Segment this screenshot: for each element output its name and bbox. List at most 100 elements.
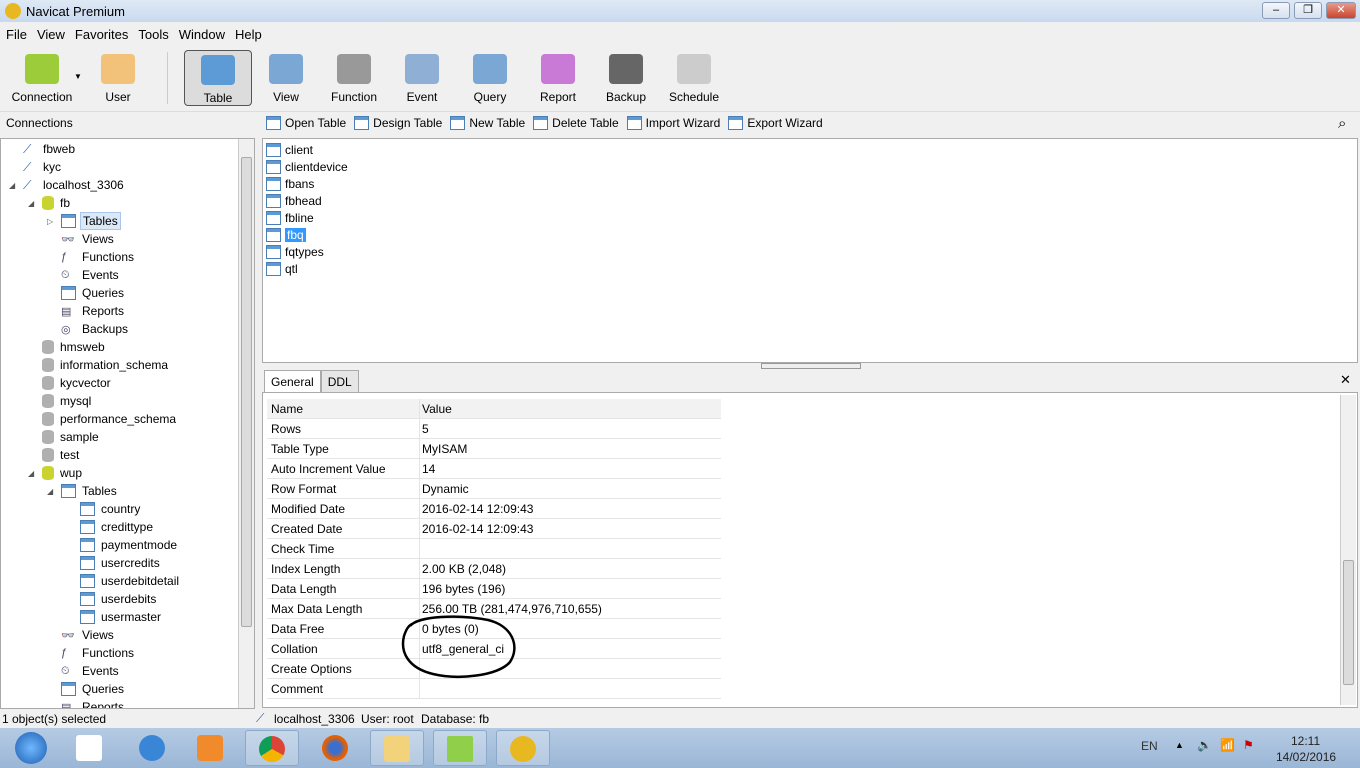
tab-general[interactable]: General xyxy=(264,370,321,393)
toolbar-user-button[interactable]: User xyxy=(84,50,152,106)
tree-item[interactable]: Queries xyxy=(47,680,126,698)
tree-item[interactable]: hmsweb xyxy=(28,338,107,356)
property-row[interactable]: Rows 5 xyxy=(267,419,721,439)
new-table-button[interactable]: New Table xyxy=(450,116,525,130)
start-button[interactable] xyxy=(4,730,58,766)
menu-help[interactable]: Help xyxy=(229,22,266,42)
property-row[interactable]: Created Date 2016-02-14 12:09:43 xyxy=(267,519,721,539)
clock-time[interactable]: 12:11 xyxy=(1291,734,1320,748)
toolbar-function-button[interactable]: Function xyxy=(320,50,388,106)
import-wizard-button[interactable]: Import Wizard xyxy=(626,116,720,130)
toolbar-backup-button[interactable]: Backup xyxy=(592,50,660,106)
property-row[interactable]: Auto Increment Value 14 xyxy=(267,459,721,479)
property-row[interactable]: Check Time xyxy=(267,539,721,559)
table-object[interactable]: qtl xyxy=(266,260,298,277)
tree-item[interactable]: ◎ Backups xyxy=(47,320,130,338)
tree-item[interactable]: 👓 Views xyxy=(47,626,116,644)
action-center-icon[interactable]: ⚑ xyxy=(1243,738,1254,752)
expander-icon[interactable]: ◢ xyxy=(9,181,19,190)
table-object[interactable]: fbans xyxy=(266,175,314,192)
toolbar-connection-button[interactable]: Connection xyxy=(8,50,76,106)
tree-item[interactable]: ◢ Tables xyxy=(47,482,119,500)
tree-item[interactable]: kycvector xyxy=(28,374,113,392)
tree-scrollbar[interactable] xyxy=(238,139,254,708)
table-object[interactable]: client xyxy=(266,141,313,158)
design-table-button[interactable]: Design Table xyxy=(354,116,442,130)
expander-icon[interactable]: ▷ xyxy=(47,217,57,226)
toolbar-table-button[interactable]: Table xyxy=(184,50,252,106)
tree-item[interactable]: ⟋ fbweb xyxy=(9,140,77,158)
minimize-button[interactable]: – xyxy=(1262,2,1290,19)
tree-item[interactable]: mysql xyxy=(28,392,93,410)
tree-item[interactable]: Queries xyxy=(47,284,126,302)
table-object[interactable]: fqtypes xyxy=(266,243,324,260)
tree-item[interactable]: usercredits xyxy=(66,554,162,572)
taskbar-explorer-icon[interactable] xyxy=(370,730,424,766)
delete-table-button[interactable]: Delete Table xyxy=(533,116,619,130)
tree-item[interactable]: ƒ Functions xyxy=(47,248,136,266)
taskbar-ie-icon[interactable] xyxy=(125,730,179,766)
taskbar-notepad-icon[interactable] xyxy=(433,730,487,766)
tree-item[interactable]: ⏲ Events xyxy=(47,266,121,284)
toolbar-report-button[interactable]: Report xyxy=(524,50,592,106)
menu-window[interactable]: Window xyxy=(173,22,229,42)
tree-item[interactable]: ▤ Reports xyxy=(47,698,126,708)
tray-expand-icon[interactable]: ▲ xyxy=(1175,740,1184,750)
toolbar-query-button[interactable]: Query xyxy=(456,50,524,106)
taskbar-firefox-icon[interactable] xyxy=(308,730,362,766)
table-object[interactable]: fbhead xyxy=(266,192,322,209)
tree-item[interactable]: ▤ Reports xyxy=(47,302,126,320)
tree-item[interactable]: ƒ Functions xyxy=(47,644,136,662)
property-row[interactable]: Table Type MyISAM xyxy=(267,439,721,459)
property-row[interactable]: Comment xyxy=(267,679,721,699)
clock-date[interactable]: 14/02/2016 xyxy=(1276,750,1336,764)
taskbar-apps-icon[interactable] xyxy=(62,730,116,766)
tree-item[interactable]: country xyxy=(66,500,142,518)
toolbar-view-button[interactable]: View xyxy=(252,50,320,106)
close-panel-icon[interactable]: ✕ xyxy=(1340,372,1351,388)
table-object[interactable]: fbline xyxy=(266,209,314,226)
taskbar-chrome-icon[interactable] xyxy=(245,730,299,766)
tree-item[interactable]: credittype xyxy=(66,518,155,536)
props-scrollbar[interactable] xyxy=(1340,395,1356,705)
maximize-button[interactable]: ❐ xyxy=(1294,2,1322,19)
menu-tools[interactable]: Tools xyxy=(132,22,172,42)
tree-item[interactable]: userdebitdetail xyxy=(66,572,181,590)
open-table-button[interactable]: Open Table xyxy=(266,116,346,130)
taskbar-navicat-icon[interactable] xyxy=(496,730,550,766)
taskbar-media-player-icon[interactable] xyxy=(183,730,237,766)
search-icon[interactable]: ⌕ xyxy=(1338,115,1346,132)
property-row[interactable]: Row Format Dynamic xyxy=(267,479,721,499)
splitter-handle[interactable] xyxy=(761,363,861,369)
connection-dropdown-arrow-icon[interactable]: ▼ xyxy=(74,72,82,81)
tree-item[interactable]: ◢ fb xyxy=(28,194,72,212)
volume-icon[interactable]: 🔈 xyxy=(1197,738,1212,752)
table-object[interactable]: clientdevice xyxy=(266,158,348,175)
property-row[interactable]: Data Length 196 bytes (196) xyxy=(267,579,721,599)
menu-view[interactable]: View xyxy=(31,22,69,42)
tree-item[interactable]: information_schema xyxy=(28,356,170,374)
expander-icon[interactable]: ◢ xyxy=(28,469,38,478)
menu-file[interactable]: File xyxy=(0,22,31,42)
close-button[interactable]: ✕ xyxy=(1326,2,1356,19)
tree-item[interactable]: ⟋ kyc xyxy=(9,158,63,176)
tree-item[interactable]: test xyxy=(28,446,81,464)
network-icon[interactable]: 📶 xyxy=(1220,738,1235,752)
tree-item[interactable]: userdebits xyxy=(66,590,158,608)
export-wizard-button[interactable]: Export Wizard xyxy=(728,116,823,130)
table-object[interactable]: fbq xyxy=(266,226,306,243)
tree-item[interactable]: sample xyxy=(28,428,101,446)
property-row[interactable]: Index Length 2.00 KB (2,048) xyxy=(267,559,721,579)
tree-item[interactable]: ▷ Tables xyxy=(47,212,121,230)
tree-item[interactable]: ◢ wup xyxy=(28,464,84,482)
property-row[interactable]: Modified Date 2016-02-14 12:09:43 xyxy=(267,499,721,519)
language-indicator[interactable]: EN xyxy=(1141,739,1158,753)
tree-item[interactable]: paymentmode xyxy=(66,536,179,554)
tree-item[interactable]: ◢ ⟋ localhost_3306 xyxy=(9,176,126,194)
expander-icon[interactable]: ◢ xyxy=(47,487,57,496)
expander-icon[interactable]: ◢ xyxy=(28,199,38,208)
tree-item[interactable]: 👓 Views xyxy=(47,230,116,248)
tree-item[interactable]: ⏲ Events xyxy=(47,662,121,680)
tree-item[interactable]: performance_schema xyxy=(28,410,178,428)
tree-item[interactable]: usermaster xyxy=(66,608,163,626)
